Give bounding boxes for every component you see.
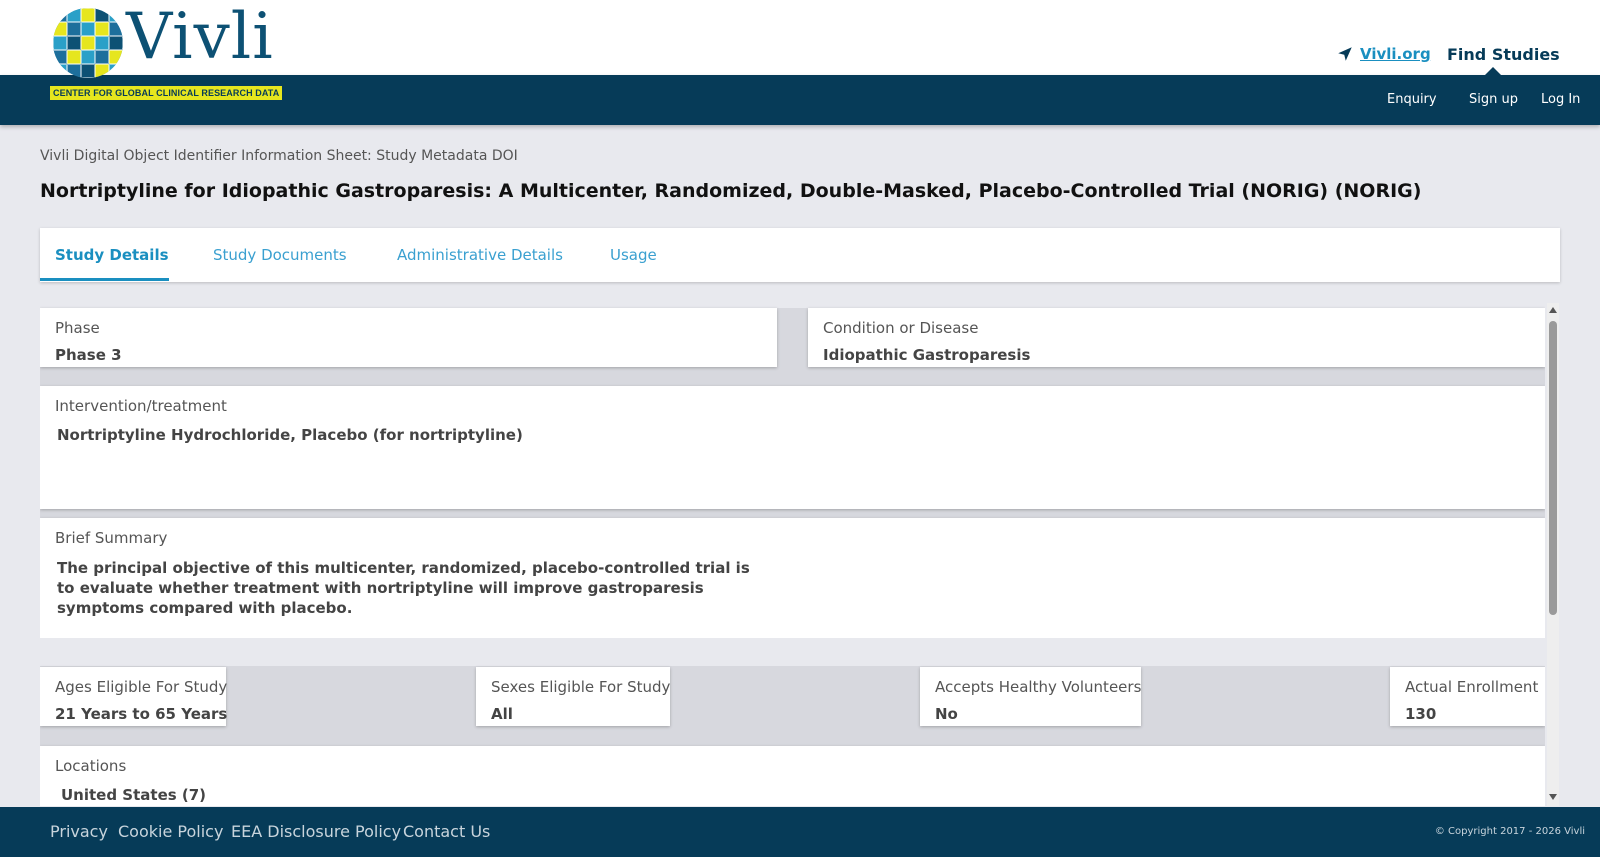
summary-card: Brief Summary The principal objective of…	[40, 518, 1545, 638]
scroll-up-arrow-icon[interactable]	[1549, 307, 1557, 313]
ages-label: Ages Eligible For Study	[55, 678, 228, 696]
row-gap	[40, 638, 1545, 666]
nav-sign-up[interactable]: Sign up	[1469, 92, 1518, 107]
find-studies-link[interactable]: Find Studies	[1447, 45, 1560, 64]
logo-mark-icon	[53, 8, 123, 78]
phase-card: Phase Phase 3	[40, 308, 777, 367]
healthy-volunteers-card: Accepts Healthy Volunteers No	[920, 667, 1141, 726]
study-details-panel[interactable]: Phase Phase 3 Condition or Disease Idiop…	[40, 303, 1545, 806]
phase-value: Phase 3	[55, 346, 122, 364]
footer: Privacy Cookie Policy EEA Disclosure Pol…	[0, 807, 1600, 857]
breadcrumb: Vivli Digital Object Identifier Informat…	[40, 148, 518, 164]
locations-label: Locations	[55, 757, 127, 775]
intervention-label: Intervention/treatment	[55, 397, 227, 415]
ages-card: Ages Eligible For Study 21 Years to 65 Y…	[40, 667, 228, 726]
summary-label: Brief Summary	[55, 529, 168, 547]
nav-enquiry[interactable]: Enquiry	[1387, 92, 1437, 107]
summary-value: The principal objective of this multicen…	[57, 559, 750, 617]
footer-contact-us-link[interactable]: Contact Us	[403, 822, 490, 841]
healthy-volunteers-label: Accepts Healthy Volunteers	[935, 678, 1142, 696]
tab-administrative-details[interactable]: Administrative Details	[397, 246, 563, 264]
enrollment-card: Actual Enrollment 130	[1390, 667, 1545, 726]
enrollment-value: 130	[1405, 705, 1437, 723]
condition-value: Idiopathic Gastroparesis	[823, 346, 1031, 364]
tab-bar: Study Details Study Documents Administra…	[40, 228, 1560, 282]
intervention-value: Nortriptyline Hydrochloride, Placebo (fo…	[57, 426, 523, 444]
enrollment-label: Actual Enrollment	[1405, 678, 1539, 696]
tab-usage[interactable]: Usage	[610, 246, 657, 264]
locations-value: United States (7)	[61, 786, 207, 804]
sexes-value: All	[491, 705, 513, 723]
logo-tagline: CENTER FOR GLOBAL CLINICAL RESEARCH DATA	[50, 86, 283, 100]
vivli-org-link[interactable]: Vivli.org	[1336, 45, 1431, 63]
ages-value: 21 Years to 65 Years	[55, 705, 228, 723]
location-arrow-icon	[1338, 47, 1352, 61]
page-title: Nortriptyline for Idiopathic Gastropares…	[40, 180, 1422, 202]
footer-privacy-link[interactable]: Privacy	[50, 822, 108, 841]
scrollbar-thumb[interactable]	[1549, 321, 1557, 615]
nav-log-in[interactable]: Log In	[1541, 92, 1580, 107]
footer-eea-disclosure-link[interactable]: EEA Disclosure Policy	[231, 822, 401, 841]
scroll-down-arrow-icon[interactable]	[1549, 794, 1557, 800]
tab-study-documents[interactable]: Study Documents	[213, 246, 347, 264]
intervention-card: Intervention/treatment Nortriptyline Hyd…	[40, 386, 1545, 509]
footer-cookie-policy-link[interactable]: Cookie Policy	[118, 822, 223, 841]
healthy-volunteers-value: No	[935, 705, 958, 723]
logo-wordmark: Vivli	[126, 0, 274, 74]
copyright-text: © Copyright 2017 - 2026 Vivli	[1434, 826, 1585, 837]
condition-label: Condition or Disease	[823, 319, 979, 337]
locations-card: Locations United States (7)	[40, 746, 1545, 806]
sexes-card: Sexes Eligible For Study All	[476, 667, 670, 726]
phase-label: Phase	[55, 319, 100, 337]
tab-study-details[interactable]: Study Details	[55, 246, 169, 264]
active-tab-indicator	[40, 278, 169, 281]
panel-scrollbar[interactable]	[1547, 303, 1559, 806]
vivli-org-link-label: Vivli.org	[1360, 45, 1431, 63]
active-nav-caret	[1484, 67, 1502, 76]
sexes-label: Sexes Eligible For Study	[491, 678, 671, 696]
condition-card: Condition or Disease Idiopathic Gastropa…	[808, 308, 1545, 367]
vivli-logo[interactable]: Vivli CENTER FOR GLOBAL CLINICAL RESEARC…	[50, 0, 283, 102]
